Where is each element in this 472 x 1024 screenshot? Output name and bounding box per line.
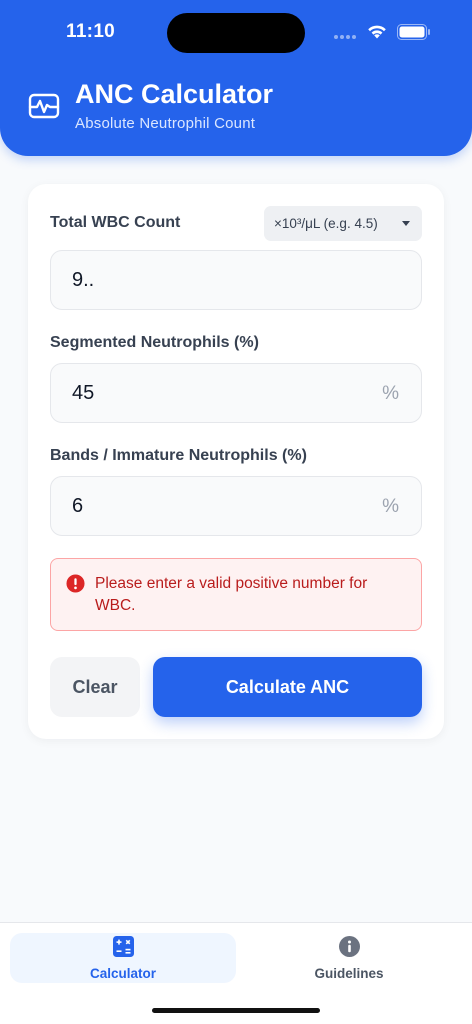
error-alert: Please enter a valid positive number for…	[50, 558, 422, 631]
segmented-input-value: 45	[72, 382, 95, 404]
tab-calculator[interactable]: Calculator	[10, 933, 236, 983]
wbc-input-value: 9..	[72, 269, 95, 291]
clear-button[interactable]: Clear	[50, 657, 140, 717]
error-circle-icon	[66, 574, 85, 593]
tab-calculator-label: Calculator	[89, 966, 157, 981]
activity-monitor-icon	[28, 93, 60, 119]
tab-guidelines[interactable]: Guidelines	[236, 933, 462, 983]
bands-label: Bands / Immature Neutrophils (%)	[50, 447, 307, 464]
chevron-down-icon	[402, 221, 410, 226]
status-time: 11:10	[66, 21, 116, 42]
calculate-anc-button[interactable]: Calculate ANC	[153, 657, 422, 717]
wbc-unit-select[interactable]: ×10³/μL (e.g. 4.5)	[264, 206, 422, 241]
segmented-input[interactable]: 45 %	[50, 363, 422, 423]
wbc-unit-selected-value: ×10³/μL (e.g. 4.5)	[274, 216, 378, 231]
battery-icon	[397, 24, 430, 40]
wbc-label: Total WBC Count	[50, 214, 181, 231]
percent-suffix: %	[382, 383, 399, 404]
bands-input[interactable]: 6 %	[50, 476, 422, 536]
status-bar: 11:10	[0, 0, 472, 64]
info-icon	[339, 936, 360, 957]
wifi-icon	[368, 25, 386, 39]
error-message: Please enter a valid positive number for…	[95, 575, 368, 614]
page-subtitle: Absolute Neutrophil Count	[75, 115, 256, 132]
wbc-input[interactable]: 9..	[50, 250, 422, 310]
calculator-icon	[113, 936, 134, 957]
tab-guidelines-label: Guidelines	[314, 966, 384, 981]
segmented-label: Segmented Neutrophils (%)	[50, 334, 259, 351]
bands-input-value: 6	[72, 495, 84, 517]
calculator-form-card: Total WBC Count ×10³/μL (e.g. 4.5) 9.. S…	[28, 184, 444, 739]
app-header: 11:10 ANC Calculator Absolute Neutrophil…	[0, 0, 472, 156]
dynamic-island	[167, 13, 305, 53]
cellular-signal-icon	[334, 35, 360, 41]
percent-suffix: %	[382, 496, 399, 517]
home-indicator	[152, 1008, 320, 1013]
page-title: ANC Calculator	[75, 79, 274, 109]
